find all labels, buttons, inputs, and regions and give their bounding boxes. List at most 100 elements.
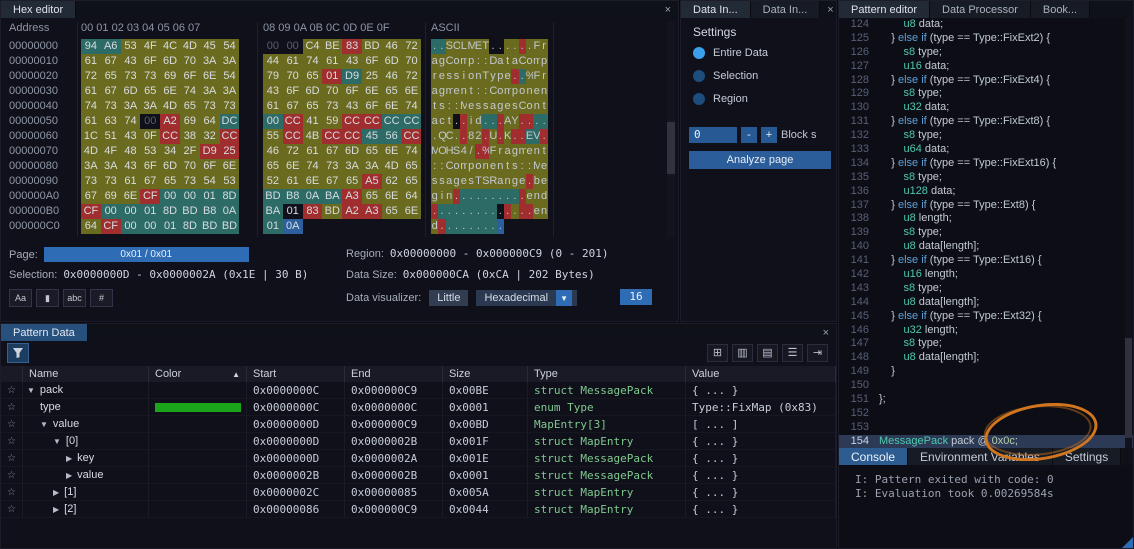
hex-byte[interactable]: 53 xyxy=(121,39,141,54)
table-row[interactable]: ☆▶key0x0000000D0x0000002A0x001Estruct Me… xyxy=(1,450,836,467)
ascii-char[interactable]: g xyxy=(511,144,518,159)
hex-byte[interactable]: 72 xyxy=(402,69,422,84)
ascii-char[interactable]: g xyxy=(438,54,445,69)
hex-byte[interactable]: 73 xyxy=(200,99,220,114)
hex-byte[interactable]: BA xyxy=(263,204,283,219)
ascii-char[interactable]: e xyxy=(453,84,460,99)
ascii-char[interactable]: s xyxy=(482,99,489,114)
hex-byte[interactable]: BD xyxy=(322,204,342,219)
ascii-char[interactable]: : xyxy=(482,54,489,69)
favorite-star-icon[interactable]: ☆ xyxy=(1,484,23,501)
code-line[interactable]: 138 u8 length; xyxy=(839,212,1133,226)
code-editor[interactable]: 124 u8 data;125 } else if (type == Type:… xyxy=(839,18,1133,448)
hex-byte[interactable]: 65 xyxy=(180,99,200,114)
decrement-button[interactable]: - xyxy=(741,127,757,143)
ascii-char[interactable]: : xyxy=(453,99,460,114)
ascii-char[interactable]: V xyxy=(533,129,540,144)
ascii-char[interactable]: . xyxy=(460,189,467,204)
ascii-char[interactable]: . xyxy=(482,129,489,144)
hex-byte[interactable]: 4D xyxy=(180,39,200,54)
ascii-char[interactable]: o xyxy=(475,159,482,174)
ascii-char[interactable]: s xyxy=(453,69,460,84)
table-row[interactable]: ☆▼value0x0000000D0x000000C90x00BDMapEntr… xyxy=(1,416,836,433)
ascii-char[interactable]: e xyxy=(533,84,540,99)
hex-byte[interactable]: 54 xyxy=(200,174,220,189)
hex-byte[interactable]: 67 xyxy=(283,99,303,114)
table-row[interactable]: ☆▶value0x0000002B0x0000002B0x0001struct … xyxy=(1,467,836,484)
ascii-char[interactable]: t xyxy=(504,54,511,69)
ascii-char[interactable]: n xyxy=(533,99,540,114)
hex-byte[interactable]: 6D xyxy=(160,54,180,69)
ascii-column-toggle[interactable]: abc xyxy=(63,289,86,307)
ascii-char[interactable]: n xyxy=(540,84,547,99)
hex-byte[interactable]: CC xyxy=(160,129,180,144)
ascii-char[interactable]: F xyxy=(533,39,540,54)
hex-byte[interactable]: 6E xyxy=(402,84,422,99)
close-icon[interactable]: × xyxy=(816,324,836,341)
ascii-char[interactable]: . xyxy=(438,204,445,219)
hex-byte[interactable]: 43 xyxy=(121,54,141,69)
favorite-star-icon[interactable]: ☆ xyxy=(1,399,23,416)
hex-byte[interactable]: D9 xyxy=(342,69,362,84)
ascii-char[interactable]: p xyxy=(511,84,518,99)
ascii-char[interactable]: . xyxy=(453,204,460,219)
editor-scrollbar[interactable] xyxy=(1125,18,1132,448)
ascii-char[interactable]: T xyxy=(475,174,482,189)
ascii-char[interactable]: % xyxy=(526,69,533,84)
ascii-char[interactable]: e xyxy=(540,159,547,174)
hex-byte[interactable]: CC xyxy=(220,129,240,144)
ascii-char[interactable]: . xyxy=(497,39,504,54)
favorite-star-icon[interactable]: ☆ xyxy=(1,416,23,433)
code-line[interactable]: 143 s8 type; xyxy=(839,282,1133,296)
ascii-char[interactable]: Q xyxy=(438,129,445,144)
code-line[interactable]: 132 s8 type; xyxy=(839,129,1133,143)
hex-byte[interactable]: 55 xyxy=(263,129,283,144)
ascii-char[interactable]: i xyxy=(460,69,467,84)
tab-pattern-data[interactable]: Pattern Data xyxy=(1,324,88,341)
ascii-char[interactable]: . xyxy=(511,69,518,84)
ascii-char[interactable]: m xyxy=(519,144,526,159)
code-line[interactable]: 150 xyxy=(839,379,1133,393)
ascii-char[interactable]: O xyxy=(453,39,460,54)
code-line[interactable]: 131 } else if (type == Type::FixExt8) { xyxy=(839,115,1133,129)
resize-grip[interactable] xyxy=(1122,537,1133,548)
hex-byte[interactable]: 73 xyxy=(180,174,200,189)
ascii-char[interactable]: . xyxy=(519,69,526,84)
byte-count-input[interactable]: 16 xyxy=(620,289,652,305)
code-line[interactable]: 128 } else if (type == Type::FixExt4) { xyxy=(839,74,1133,88)
hex-byte[interactable]: 4D xyxy=(382,159,402,174)
hex-byte[interactable]: 01 xyxy=(283,204,303,219)
ascii-char[interactable]: e xyxy=(504,99,511,114)
ascii-char[interactable]: d xyxy=(475,114,482,129)
hex-byte[interactable]: 73 xyxy=(81,174,101,189)
ascii-char[interactable]: . xyxy=(497,219,504,234)
ascii-char[interactable]: . xyxy=(511,204,518,219)
page-indicator-bar[interactable]: 0x01 / 0x01 xyxy=(44,247,249,262)
ascii-char[interactable]: r xyxy=(431,69,438,84)
hex-byte[interactable]: CF xyxy=(101,219,121,234)
table-row[interactable]: ☆▼pack0x0000000C0x000000C90x00BEstruct M… xyxy=(1,382,836,399)
ascii-char[interactable]: . xyxy=(519,189,526,204)
ascii-char[interactable]: o xyxy=(467,69,474,84)
ascii-char[interactable]: a xyxy=(431,114,438,129)
hex-byte[interactable]: 3A xyxy=(200,54,220,69)
ascii-char[interactable]: a xyxy=(497,54,504,69)
hex-byte[interactable]: 6D xyxy=(121,84,141,99)
ascii-char[interactable]: e xyxy=(438,69,445,84)
ascii-char[interactable]: H xyxy=(446,144,453,159)
ascii-char[interactable]: . xyxy=(475,144,482,159)
ascii-char[interactable]: e xyxy=(533,204,540,219)
hex-byte[interactable]: 3A xyxy=(121,99,141,114)
hex-byte[interactable]: BD xyxy=(200,219,220,234)
column-header-size[interactable]: Size xyxy=(443,366,528,382)
ascii-char[interactable]: C xyxy=(489,84,496,99)
hex-byte[interactable]: 6E xyxy=(121,189,141,204)
ascii-char[interactable]: . xyxy=(504,204,511,219)
hex-byte[interactable]: 65 xyxy=(382,204,402,219)
favorite-star-icon[interactable]: ☆ xyxy=(1,501,23,518)
hex-byte[interactable]: 6E xyxy=(402,204,422,219)
hex-byte[interactable]: 65 xyxy=(160,174,180,189)
hex-byte[interactable]: 01 xyxy=(200,189,220,204)
ascii-char[interactable]: : xyxy=(519,159,526,174)
hex-byte[interactable]: 6E xyxy=(362,84,382,99)
